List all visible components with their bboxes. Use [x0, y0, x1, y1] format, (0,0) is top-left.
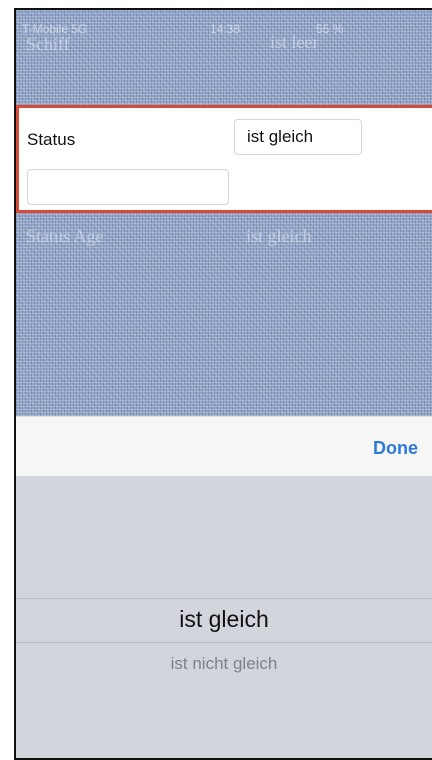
picker-option[interactable]: ist nicht gleich	[16, 654, 432, 674]
filter-value-input[interactable]	[27, 169, 229, 205]
clock-label: 14:38	[210, 22, 241, 36]
selection-indicator-top	[16, 598, 432, 599]
background-row-label: Schiff	[26, 34, 70, 54]
picker-option-selected[interactable]: ist gleich	[16, 606, 432, 633]
done-button[interactable]: Done	[373, 438, 418, 459]
status-filter-row: Status ist gleich	[16, 105, 432, 213]
filter-field-label: Status	[27, 130, 76, 149]
background-row-value: ist gleich	[246, 226, 312, 246]
background-row-label: Status Age	[26, 226, 104, 246]
battery-label: 55 %	[316, 22, 344, 36]
blurred-background: T-Mobile 5G 14:38 55 % Schiff ist leer S…	[16, 10, 432, 416]
screenshot-frame: T-Mobile 5G 14:38 55 % Schiff ist leer S…	[14, 8, 432, 760]
background-row-value: ist leer	[270, 32, 319, 52]
operator-picker-wheel[interactable]: ist gleich ist nicht gleich	[16, 476, 432, 758]
picker-toolbar: Done	[16, 416, 432, 476]
operator-select[interactable]: ist gleich	[234, 119, 362, 155]
selection-indicator-bottom	[16, 642, 432, 643]
status-bar: T-Mobile 5G 14:38 55 %	[16, 16, 432, 36]
